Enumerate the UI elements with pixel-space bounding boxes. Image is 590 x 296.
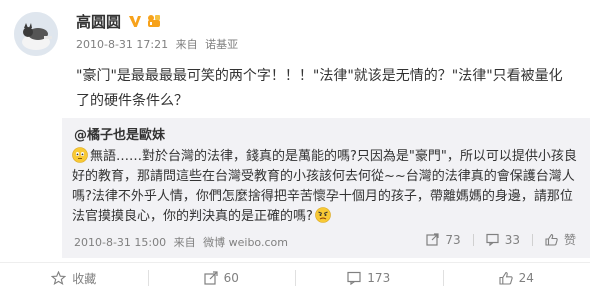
post-source-prefix: 来自 (175, 38, 198, 51)
repost-count: 60 (223, 271, 239, 285)
repost-author[interactable]: @橘子也是歐妹 (74, 124, 165, 143)
divider (531, 233, 533, 246)
member-level-icon[interactable] (146, 13, 162, 29)
thumbs-up-icon (499, 271, 513, 285)
repost-comment-count: 33 (504, 232, 520, 247)
forward-icon (204, 271, 218, 285)
forward-icon (426, 233, 440, 246)
repost-button[interactable]: 60 (147, 270, 296, 286)
thumbs-up-icon (545, 233, 558, 246)
speechless-emoji-icon (72, 147, 88, 163)
repost-forward-button[interactable]: 73 (426, 232, 461, 247)
repost-meta: 2010-8-31 15:00 来自 微博 weibo.com (74, 234, 292, 250)
repost-source-prefix: 来自 (173, 236, 196, 249)
collect-button[interactable]: 收藏 (0, 270, 148, 287)
collect-label: 收藏 (72, 271, 97, 286)
repost-comment-button[interactable]: 33 (486, 233, 520, 247)
post-source[interactable]: 诺基亚 (205, 38, 238, 51)
post-time[interactable]: 2010-8-31 17:21 (76, 38, 168, 51)
action-bar: 收藏 60 173 24 (0, 262, 590, 293)
comment-button[interactable]: 173 (295, 270, 443, 286)
avatar[interactable] (14, 12, 58, 56)
repost-body: 無語……對於台灣的法律，錢真的是萬能的嗎?只因為是"豪門"，所以可以提供小孩良好… (72, 147, 582, 227)
comment-icon (347, 271, 361, 285)
repost-card: @橘子也是歐妹 無語……對於台灣的法律，錢真的是萬能的嗎?只因為是"豪門"，所以… (62, 118, 590, 258)
post-text: "豪门"是最最最最可笑的两个字！！！"法律"就该是无情的？"法律"只看被量化了的… (76, 68, 563, 109)
repost-time[interactable]: 2010-8-31 15:00 (74, 236, 166, 249)
star-icon (51, 271, 67, 285)
author-name[interactable]: 高圆圆 (76, 11, 121, 32)
post-meta: 2010-8-31 17:21 来自 诺基亚 (76, 36, 242, 52)
avatar-image (14, 12, 58, 56)
repost-forward-count: 73 (445, 232, 461, 247)
comment-count: 173 (367, 271, 391, 285)
verified-v-icon[interactable] (127, 13, 143, 29)
author-row: 高圆圆 (76, 10, 162, 32)
like-button[interactable]: 24 (442, 270, 590, 286)
like-count: 24 (518, 271, 534, 285)
repost-like-label: 赞 (563, 233, 576, 247)
angry-emoji-icon (315, 207, 331, 223)
repost-actions: 73 33 赞 (426, 231, 576, 248)
repost-source[interactable]: 微博 weibo.com (203, 236, 288, 249)
repost-like-button[interactable]: 赞 (545, 231, 576, 248)
comment-icon (486, 233, 499, 246)
divider (472, 233, 474, 246)
